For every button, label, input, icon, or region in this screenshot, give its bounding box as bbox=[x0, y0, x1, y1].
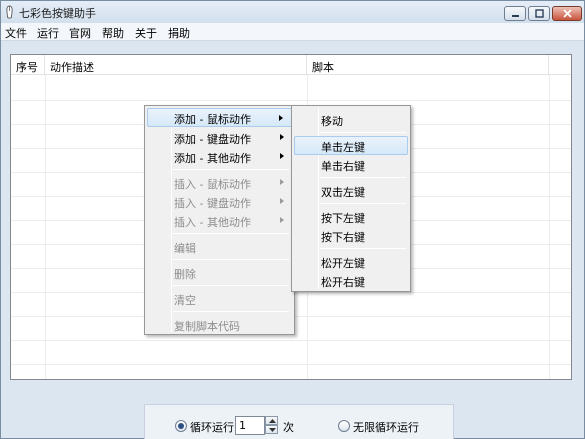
maximize-icon bbox=[535, 9, 544, 18]
loop-run-radio[interactable] bbox=[175, 420, 187, 432]
submenu-arrow-icon bbox=[279, 115, 283, 121]
menu-separator bbox=[320, 203, 406, 204]
context-menu: 添加 - 鼠标动作 添加 - 键盘动作 添加 - 其他动作 插入 - 鼠标动作 … bbox=[144, 105, 295, 335]
menu-separator bbox=[320, 248, 406, 249]
submenu-item-move[interactable]: 移动 bbox=[294, 110, 408, 129]
submenu-arrow-icon bbox=[280, 134, 284, 140]
grid-line bbox=[11, 100, 571, 101]
menu-item-label: 添加 - 其他动作 bbox=[174, 152, 251, 165]
mouse-action-submenu: 移动 单击左键 单击右键 双击左键 按下左键 按下右键 松开左键 松开右键 bbox=[291, 105, 411, 292]
menu-separator bbox=[173, 259, 289, 260]
menu-separator bbox=[173, 285, 289, 286]
submenu-item-left-click[interactable]: 单击左键 bbox=[294, 136, 408, 155]
close-button[interactable] bbox=[552, 6, 582, 21]
menu-item-insert-keyboard-action[interactable]: 插入 - 键盘动作 bbox=[147, 192, 292, 211]
grid-line bbox=[549, 75, 550, 379]
submenu-arrow-icon bbox=[280, 179, 284, 185]
menu-item-insert-other-action[interactable]: 插入 - 其他动作 bbox=[147, 211, 292, 230]
window-title: 七彩色按键助手 bbox=[19, 7, 96, 20]
grid-line bbox=[11, 340, 571, 341]
grid-line bbox=[11, 364, 571, 365]
menu-item-label: 插入 - 键盘动作 bbox=[174, 197, 251, 210]
submenu-arrow-icon bbox=[280, 153, 284, 159]
submenu-item-left-down[interactable]: 按下左键 bbox=[294, 207, 408, 226]
menu-help[interactable]: 帮助 bbox=[102, 25, 124, 41]
menu-file[interactable]: 文件 bbox=[5, 25, 27, 41]
menu-item-add-other-action[interactable]: 添加 - 其他动作 bbox=[147, 147, 292, 166]
minimize-icon bbox=[512, 15, 519, 17]
menu-bar: 文件 运行 官网 帮助 关于 捐助 bbox=[1, 23, 584, 41]
menu-item-delete[interactable]: 删除 bbox=[147, 263, 292, 282]
loop-count-input[interactable] bbox=[235, 416, 265, 435]
times-unit-label: 次 bbox=[283, 421, 294, 434]
menu-about[interactable]: 关于 bbox=[135, 25, 157, 41]
column-header-index[interactable]: 序号 bbox=[11, 55, 45, 75]
minimize-button[interactable] bbox=[504, 6, 526, 21]
submenu-item-left-up[interactable]: 松开左键 bbox=[294, 252, 408, 271]
arrow-down-icon bbox=[269, 428, 276, 432]
arrow-up-icon bbox=[269, 419, 276, 423]
menu-item-add-keyboard-action[interactable]: 添加 - 键盘动作 bbox=[147, 128, 292, 147]
menu-separator bbox=[320, 177, 406, 178]
submenu-item-right-down[interactable]: 按下右键 bbox=[294, 226, 408, 245]
menu-website[interactable]: 官网 bbox=[69, 25, 91, 41]
menu-item-label: 插入 - 其他动作 bbox=[174, 216, 251, 229]
menu-separator bbox=[173, 233, 289, 234]
loop-run-label[interactable]: 循环运行 bbox=[190, 419, 234, 435]
radio-selected-dot bbox=[178, 423, 184, 429]
grid-line bbox=[45, 75, 46, 379]
infinite-loop-radio[interactable] bbox=[338, 420, 350, 432]
submenu-item-right-up[interactable]: 松开右键 bbox=[294, 271, 408, 290]
menu-item-label: 添加 - 键盘动作 bbox=[174, 133, 251, 146]
maximize-button[interactable] bbox=[528, 6, 550, 21]
menu-separator bbox=[173, 311, 289, 312]
menu-item-label: 插入 - 鼠标动作 bbox=[174, 178, 251, 191]
menu-item-clear[interactable]: 清空 bbox=[147, 289, 292, 308]
menu-donate[interactable]: 捐助 bbox=[168, 25, 190, 41]
column-header-description[interactable]: 动作描述 bbox=[45, 55, 307, 75]
submenu-item-right-click[interactable]: 单击右键 bbox=[294, 155, 408, 174]
app-window: 七彩色按键助手 文件 运行 官网 帮助 关于 捐助 序号 动作描述 脚本 循环运… bbox=[0, 0, 585, 439]
column-header-filler bbox=[549, 55, 571, 75]
close-icon bbox=[563, 9, 572, 18]
menu-item-edit[interactable]: 编辑 bbox=[147, 237, 292, 256]
menu-run[interactable]: 运行 bbox=[37, 25, 59, 41]
menu-item-label: 添加 - 鼠标动作 bbox=[174, 113, 251, 126]
submenu-item-double-click[interactable]: 双击左键 bbox=[294, 181, 408, 200]
submenu-arrow-icon bbox=[280, 217, 284, 223]
menu-separator bbox=[173, 169, 289, 170]
menu-item-add-mouse-action[interactable]: 添加 - 鼠标动作 bbox=[147, 108, 292, 127]
menu-item-insert-mouse-action[interactable]: 插入 - 鼠标动作 bbox=[147, 173, 292, 192]
submenu-arrow-icon bbox=[280, 198, 284, 204]
spin-up-button[interactable] bbox=[265, 416, 278, 425]
run-options-bar: 循环运行 次 无限循环运行 bbox=[144, 404, 454, 439]
spin-down-button[interactable] bbox=[265, 425, 278, 434]
menu-separator bbox=[320, 132, 406, 133]
title-bar: 七彩色按键助手 bbox=[1, 1, 584, 23]
infinite-loop-label[interactable]: 无限循环运行 bbox=[353, 419, 419, 435]
column-header-script[interactable]: 脚本 bbox=[307, 55, 549, 75]
app-icon bbox=[6, 5, 13, 19]
menu-item-copy-script-code[interactable]: 复制脚本代码 bbox=[147, 315, 292, 334]
